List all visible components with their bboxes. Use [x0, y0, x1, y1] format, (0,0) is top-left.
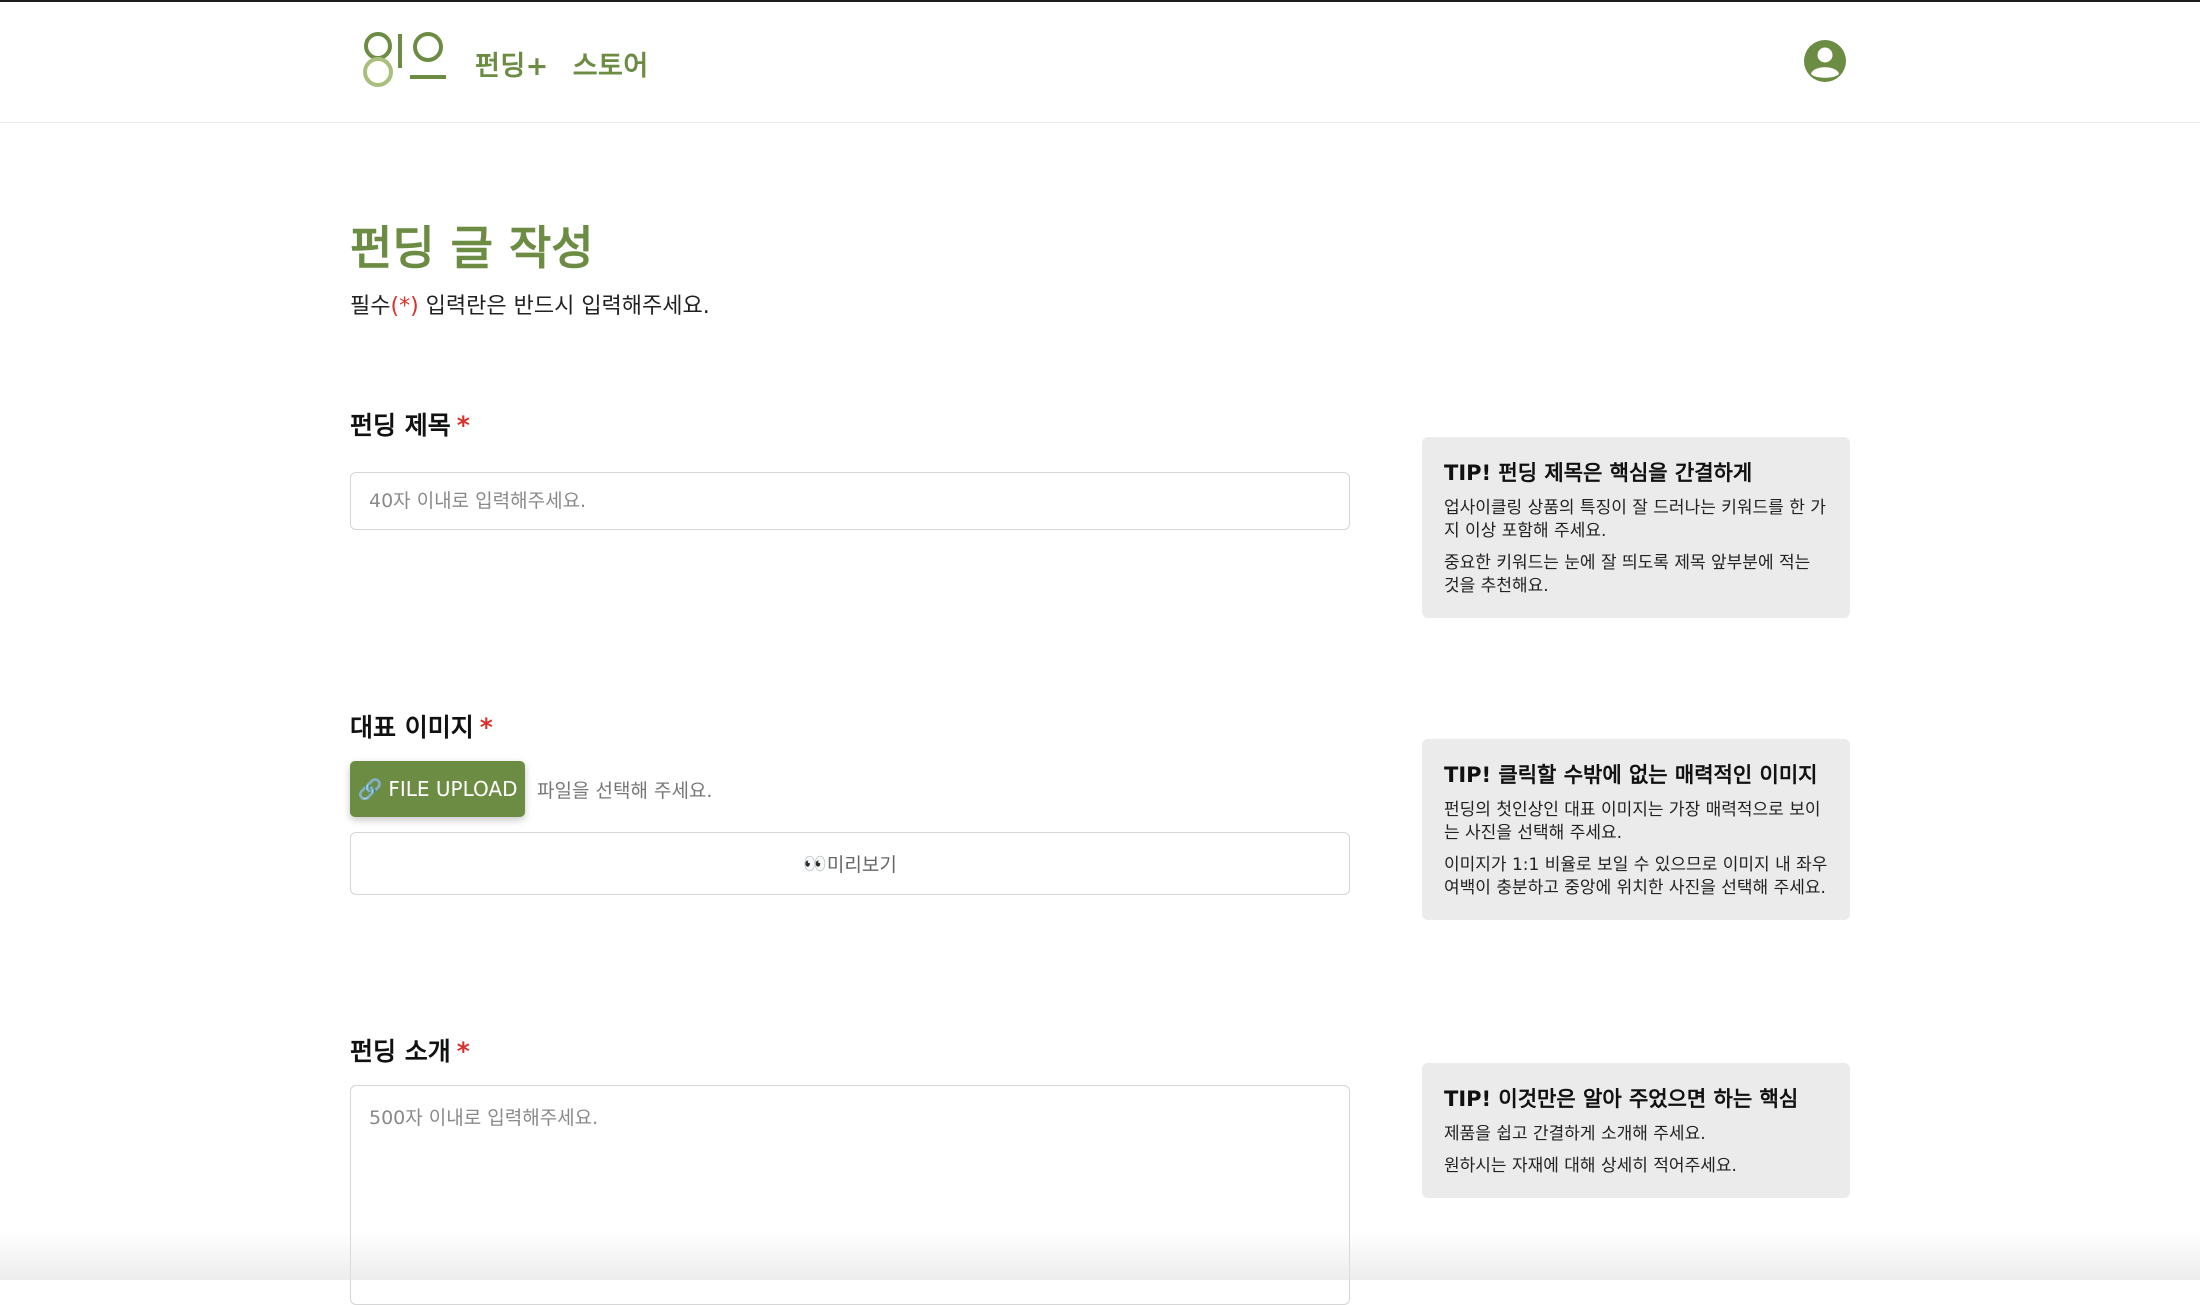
site-header: 펀딩+ 스토어 [0, 2, 2200, 123]
page-title: 펀딩 글 작성 [350, 221, 594, 275]
tip-line: 제품을 쉽고 간결하게 소개해 주세요. [1444, 1124, 1706, 1144]
funding-intro-textarea[interactable] [350, 1085, 1350, 1305]
required-star: * [479, 713, 493, 742]
file-upload-label: FILE UPLOAD [388, 777, 518, 801]
logo-icon[interactable] [362, 30, 448, 90]
funding-intro-label: 펀딩 소개 * [350, 1032, 470, 1068]
eyes-icon: 👀 [803, 853, 827, 875]
file-hint: 파일을 선택해 주세요. [537, 780, 713, 802]
tip-title: TIP! 클릭할 수밖에 없는 매력적인 이미지 [1444, 763, 1818, 787]
preview-label: 미리보기 [826, 854, 897, 876]
funding-title-input[interactable] [350, 472, 1350, 530]
link-icon: 🔗 [357, 777, 383, 801]
nav-funding-plus[interactable]: 펀딩+ [475, 51, 549, 82]
file-upload-button[interactable]: 🔗 FILE UPLOAD [350, 761, 525, 817]
required-mark: (*) [390, 294, 419, 319]
tip-title: TIP! 이것만은 알아 주었으면 하는 핵심 [1444, 1087, 1799, 1111]
required-notice-pre: 필수 [350, 294, 391, 319]
nav-store[interactable]: 스토어 [573, 51, 649, 82]
funding-title-label-text: 펀딩 제목 [350, 411, 451, 440]
tip-box-intro: TIP! 이것만은 알아 주었으면 하는 핵심 제품을 쉽고 간결하게 소개해 … [1422, 1063, 1850, 1198]
funding-intro-label-text: 펀딩 소개 [350, 1037, 451, 1066]
tip-title: TIP! 펀딩 제목은 핵심을 간결하게 [1444, 461, 1753, 485]
required-star: * [456, 411, 470, 440]
funding-title-label: 펀딩 제목 * [350, 406, 470, 442]
top-nav: 펀딩+ 스토어 [475, 44, 663, 83]
tip-box-title: TIP! 펀딩 제목은 핵심을 간결하게 업사이클링 상품의 특징이 잘 드러나… [1422, 437, 1850, 618]
required-notice: 필수(*) 입력란은 반드시 입력해주세요. [350, 288, 710, 320]
image-preview: 👀 미리보기 [350, 832, 1350, 895]
tip-line: 펀딩의 첫인상인 대표 이미지는 가장 매력적으로 보이는 사진을 선택해 주세… [1444, 800, 1821, 843]
tip-line: 업사이클링 상품의 특징이 잘 드러나는 키워드를 한 가지 이상 포함해 주세… [1444, 498, 1826, 541]
tip-box-image: TIP! 클릭할 수밖에 없는 매력적인 이미지 펀딩의 첫인상인 대표 이미지… [1422, 739, 1850, 920]
tip-line: 이미지가 1:1 비율로 보일 수 있으므로 이미지 내 좌우 여백이 충분하고… [1444, 855, 1828, 898]
required-notice-post: 입력란은 반드시 입력해주세요. [418, 294, 710, 319]
main-image-label-text: 대표 이미지 [350, 713, 474, 742]
main-image-label: 대표 이미지 * [350, 708, 493, 744]
required-star: * [456, 1037, 470, 1066]
tip-line: 원하시는 자재에 대해 상세히 적어주세요. [1444, 1156, 1737, 1176]
tip-line: 중요한 키워드는 눈에 잘 띄도록 제목 앞부분에 적는 것을 추천해요. [1444, 553, 1811, 596]
user-circle-icon[interactable] [1803, 39, 1847, 83]
